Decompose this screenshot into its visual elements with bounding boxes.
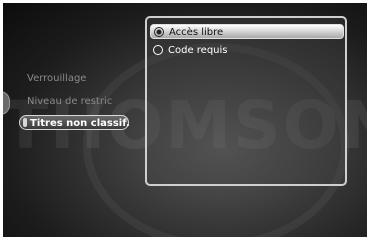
radio-selected-icon: [154, 27, 164, 37]
option-code-requis[interactable]: Code requis: [150, 43, 344, 58]
menu-item-titres-non-classifies[interactable]: Titres non classif.: [19, 115, 130, 130]
menu-item-label: Niveau de restric: [27, 96, 113, 107]
screen: THOMSON Verrouillage Niveau de restric T…: [3, 3, 367, 237]
options-panel: Accès libre Code requis: [145, 16, 347, 186]
menu-item-niveau-restriction[interactable]: Niveau de restric: [27, 96, 112, 107]
menu-item-verrouillage[interactable]: Verrouillage: [27, 73, 86, 84]
menu-item-label: Titres non classif.: [30, 118, 130, 129]
menu-item-label: Verrouillage: [27, 73, 87, 84]
option-label: Code requis: [168, 45, 228, 56]
radio-empty-icon: [153, 45, 163, 55]
option-acces-libre[interactable]: Accès libre: [150, 24, 344, 39]
option-label: Accès libre: [169, 27, 224, 38]
